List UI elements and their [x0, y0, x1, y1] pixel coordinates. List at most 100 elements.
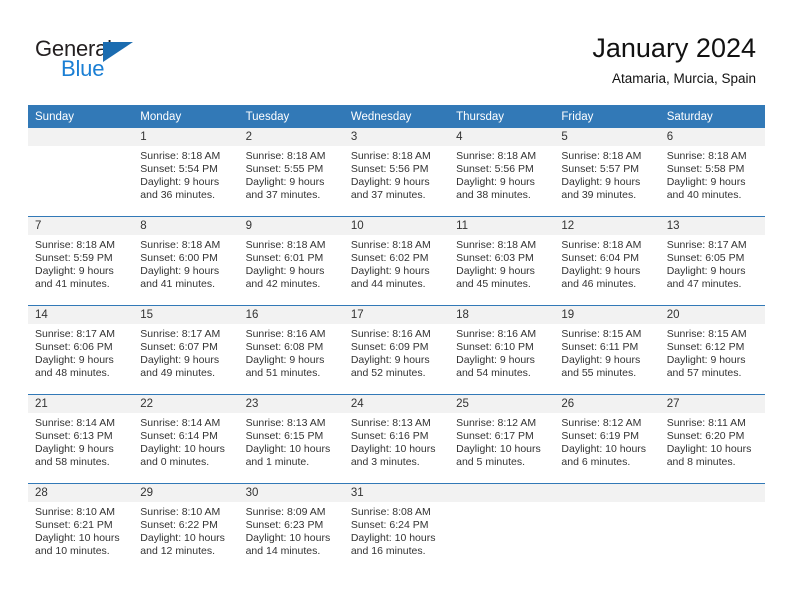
calendar-day-cell[interactable]: 4 Sunrise: 8:18 AM Sunset: 5:56 PM Daylight…: [449, 128, 555, 217]
day-number: 4: [449, 128, 555, 146]
daylight-text: and 38 minutes.: [456, 188, 531, 201]
calendar-day-cell[interactable]: 11 Sunrise: 8:18 AM Sunset: 6:03 PM Dayligh…: [449, 216, 555, 306]
calendar-day-cell[interactable]: 16 Sunrise: 8:16 AM Sunset: 6:08 PM Dayligh…: [238, 305, 344, 395]
day-number: [28, 128, 134, 146]
weekday-header-sunday: Sunday: [28, 105, 134, 128]
day-cell-content: 7 Sunrise: 8:18 AM Sunset: 5:59 PM Daylight…: [28, 217, 134, 305]
calendar-day-cell[interactable]: 22 Sunrise: 8:14 AM Sunset: 6:14 PM Dayligh…: [133, 394, 239, 484]
calendar-day-cell[interactable]: 10 Sunrise: 8:18 AM Sunset: 6:02 PM Dayligh…: [343, 216, 450, 306]
calendar-day-cell[interactable]: 30 Sunrise: 8:09 AM Sunset: 6:23 PM Dayligh…: [238, 483, 344, 572]
sunrise-text: Sunrise: 8:14 AM: [140, 417, 221, 429]
day-number: [554, 484, 660, 502]
calendar-day-cell[interactable]: 18 Sunrise: 8:16 AM Sunset: 6:10 PM Dayligh…: [449, 305, 555, 395]
calendar-day-cell[interactable]: 1 Sunrise: 8:18 AM Sunset: 5:54 PM Daylight…: [133, 128, 239, 217]
sunrise-text: Sunrise: 8:18 AM: [456, 150, 537, 162]
sunrise-text: Sunrise: 8:16 AM: [456, 328, 537, 340]
daylight-text: Daylight: 9 hours: [140, 264, 220, 277]
sunset-text: Sunset: 6:03 PM: [456, 251, 534, 264]
daylight-text: Daylight: 10 hours: [35, 531, 120, 544]
calendar-day-cell[interactable]: 5 Sunrise: 8:18 AM Sunset: 5:57 PM Daylight…: [554, 128, 660, 217]
day-cell-content: 21 Sunrise: 8:14 AM Sunset: 6:13 PM Dayligh…: [28, 395, 134, 483]
calendar-day-cell[interactable]: 7 Sunrise: 8:18 AM Sunset: 5:59 PM Daylight…: [28, 216, 134, 306]
day-cell-content: 6 Sunrise: 8:18 AM Sunset: 5:58 PM Daylight…: [659, 128, 765, 216]
calendar-day-cell[interactable]: 15 Sunrise: 8:17 AM Sunset: 6:07 PM Dayligh…: [133, 305, 239, 395]
day-cell-content: [28, 128, 134, 216]
calendar-body: 1 Sunrise: 8:18 AM Sunset: 5:54 PM Daylight…: [28, 128, 765, 572]
daylight-text: and 58 minutes.: [35, 455, 110, 468]
calendar-day-cell[interactable]: 6 Sunrise: 8:18 AM Sunset: 5:58 PM Daylight…: [659, 128, 765, 217]
daylight-text: Daylight: 9 hours: [35, 264, 114, 277]
calendar-day-cell[interactable]: 19 Sunrise: 8:15 AM Sunset: 6:11 PM Dayligh…: [554, 305, 660, 395]
calendar-day-cell[interactable]: 25 Sunrise: 8:12 AM Sunset: 6:17 PM Dayligh…: [449, 394, 555, 484]
daylight-text: and 57 minutes.: [666, 366, 742, 379]
calendar-day-cell[interactable]: 3 Sunrise: 8:18 AM Sunset: 5:56 PM Daylight…: [343, 128, 450, 217]
daylight-text: Daylight: 9 hours: [666, 353, 746, 366]
calendar-day-cell[interactable]: 28 Sunrise: 8:10 AM Sunset: 6:21 PM Dayligh…: [28, 483, 134, 572]
day-cell-content: 17 Sunrise: 8:16 AM Sunset: 6:09 PM Dayligh…: [343, 306, 450, 394]
daylight-text: and 14 minutes.: [245, 544, 321, 557]
calendar-empty-cell: [659, 483, 765, 572]
day-cell-content: 27 Sunrise: 8:11 AM Sunset: 6:20 PM Dayligh…: [659, 395, 765, 483]
daylight-text: Daylight: 10 hours: [456, 442, 541, 455]
sunset-text: Sunset: 6:05 PM: [666, 251, 745, 264]
daylight-text: Daylight: 10 hours: [350, 531, 436, 544]
daylight-text: Daylight: 9 hours: [140, 353, 220, 366]
sunrise-text: Sunrise: 8:17 AM: [666, 239, 747, 251]
calendar-empty-cell: [554, 483, 660, 572]
sunset-text: Sunset: 5:59 PM: [35, 251, 113, 264]
sunrise-text: Sunrise: 8:18 AM: [245, 239, 326, 251]
weekday-header-tuesday: Tuesday: [238, 105, 344, 128]
day-number: 8: [133, 217, 239, 235]
daylight-text: Daylight: 9 hours: [666, 264, 746, 277]
calendar-day-cell[interactable]: 24 Sunrise: 8:13 AM Sunset: 6:16 PM Dayligh…: [343, 394, 450, 484]
day-details: Sunrise: 8:18 AM Sunset: 5:54 PM Daylight:…: [133, 146, 238, 202]
calendar-day-cell[interactable]: 14 Sunrise: 8:17 AM Sunset: 6:06 PM Dayligh…: [28, 305, 134, 395]
sunrise-text: Sunrise: 8:18 AM: [140, 150, 221, 162]
day-details: Sunrise: 8:11 AM Sunset: 6:20 PM Daylight:…: [660, 413, 765, 469]
day-cell-content: 13 Sunrise: 8:17 AM Sunset: 6:05 PM Dayligh…: [659, 217, 765, 305]
calendar-week-row: 21 Sunrise: 8:14 AM Sunset: 6:13 PM Dayligh…: [28, 394, 765, 484]
calendar-day-cell[interactable]: 2 Sunrise: 8:18 AM Sunset: 5:55 PM Daylight…: [238, 128, 344, 217]
sunrise-text: Sunrise: 8:14 AM: [35, 417, 115, 429]
calendar-day-cell[interactable]: 9 Sunrise: 8:18 AM Sunset: 6:01 PM Daylight…: [238, 216, 344, 306]
sunset-text: Sunset: 6:14 PM: [140, 429, 218, 442]
sunrise-text: Sunrise: 8:15 AM: [666, 328, 747, 340]
day-details: Sunrise: 8:18 AM Sunset: 6:01 PM Daylight:…: [239, 235, 344, 291]
daylight-text: and 3 minutes.: [350, 455, 420, 468]
day-number: [659, 484, 765, 502]
day-cell-content: 29 Sunrise: 8:10 AM Sunset: 6:22 PM Dayligh…: [133, 484, 239, 572]
calendar-day-cell[interactable]: 13 Sunrise: 8:17 AM Sunset: 6:05 PM Dayligh…: [659, 216, 765, 306]
calendar-day-cell[interactable]: 12 Sunrise: 8:18 AM Sunset: 6:04 PM Dayligh…: [554, 216, 660, 306]
calendar-day-cell[interactable]: 29 Sunrise: 8:10 AM Sunset: 6:22 PM Dayligh…: [133, 483, 239, 572]
day-details: Sunrise: 8:18 AM Sunset: 5:58 PM Daylight:…: [660, 146, 765, 202]
sunrise-text: Sunrise: 8:11 AM: [666, 417, 746, 429]
calendar-day-cell[interactable]: 8 Sunrise: 8:18 AM Sunset: 6:00 PM Daylight…: [133, 216, 239, 306]
day-details: Sunrise: 8:16 AM Sunset: 6:10 PM Daylight:…: [449, 324, 554, 380]
daylight-text: and 41 minutes.: [140, 277, 215, 290]
calendar-day-cell[interactable]: 20 Sunrise: 8:15 AM Sunset: 6:12 PM Dayligh…: [659, 305, 765, 395]
calendar-day-cell[interactable]: 21 Sunrise: 8:14 AM Sunset: 6:13 PM Dayligh…: [28, 394, 134, 484]
day-cell-content: 14 Sunrise: 8:17 AM Sunset: 6:06 PM Dayligh…: [28, 306, 134, 394]
calendar-day-cell[interactable]: 26 Sunrise: 8:12 AM Sunset: 6:19 PM Dayligh…: [554, 394, 660, 484]
day-details: Sunrise: 8:18 AM Sunset: 5:56 PM Daylight:…: [449, 146, 554, 202]
sunset-text: Sunset: 6:13 PM: [35, 429, 113, 442]
day-cell-content: 8 Sunrise: 8:18 AM Sunset: 6:00 PM Daylight…: [133, 217, 239, 305]
day-cell-content: 19 Sunrise: 8:15 AM Sunset: 6:11 PM Dayligh…: [554, 306, 660, 394]
day-details: Sunrise: 8:09 AM Sunset: 6:23 PM Daylight:…: [239, 502, 344, 558]
calendar-day-cell[interactable]: 17 Sunrise: 8:16 AM Sunset: 6:09 PM Dayligh…: [343, 305, 450, 395]
daylight-text: Daylight: 10 hours: [140, 531, 225, 544]
calendar-day-cell[interactable]: 31 Sunrise: 8:08 AM Sunset: 6:24 PM Dayligh…: [343, 483, 450, 572]
day-details: Sunrise: 8:18 AM Sunset: 5:55 PM Daylight:…: [239, 146, 344, 202]
weekday-header-monday: Monday: [133, 105, 239, 128]
sunset-text: Sunset: 6:02 PM: [350, 251, 429, 264]
calendar-day-cell[interactable]: 27 Sunrise: 8:11 AM Sunset: 6:20 PM Dayligh…: [659, 394, 765, 484]
sunrise-text: Sunrise: 8:18 AM: [140, 239, 221, 251]
daylight-text: and 45 minutes.: [456, 277, 531, 290]
day-number: 14: [28, 306, 134, 324]
sunrise-text: Sunrise: 8:18 AM: [561, 239, 642, 251]
sunset-text: Sunset: 6:09 PM: [350, 340, 429, 353]
calendar-day-cell[interactable]: 23 Sunrise: 8:13 AM Sunset: 6:15 PM Dayligh…: [238, 394, 344, 484]
day-details: Sunrise: 8:15 AM Sunset: 6:12 PM Daylight:…: [660, 324, 765, 380]
daylight-text: Daylight: 9 hours: [561, 353, 641, 366]
page-title: January 2024: [592, 33, 756, 63]
